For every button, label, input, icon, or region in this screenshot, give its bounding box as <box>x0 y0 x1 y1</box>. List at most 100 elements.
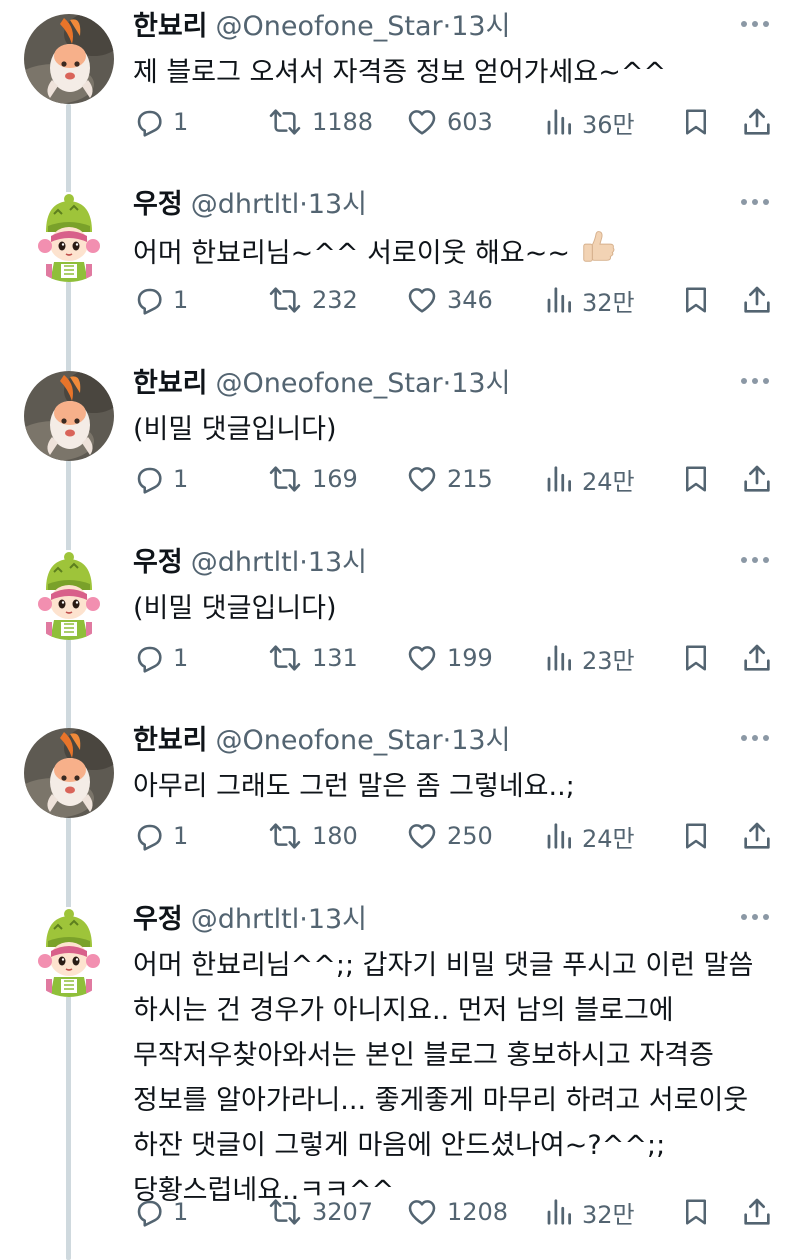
share-icon <box>741 105 773 139</box>
view-count: 32만 <box>582 1200 635 1229</box>
timestamp[interactable]: 13시 <box>308 904 367 935</box>
reply-button[interactable]: 1 <box>133 640 188 676</box>
retweet-count: 3207 <box>312 1198 374 1226</box>
bookmark-button[interactable] <box>681 282 711 318</box>
like-count: 215 <box>447 465 493 493</box>
reply-count: 1 <box>173 1198 189 1226</box>
reply-button[interactable]: 1 <box>133 461 188 497</box>
bookmark-icon <box>681 1195 711 1229</box>
retweet-count: 180 <box>312 822 358 850</box>
display-name[interactable]: 우정 <box>133 547 183 578</box>
reply-icon <box>133 106 165 138</box>
reply-button[interactable]: 1 <box>133 282 188 318</box>
views-button[interactable]: 36만 <box>544 104 635 140</box>
like-button[interactable]: 346 <box>405 282 493 318</box>
heart-icon <box>405 642 439 674</box>
user-handle[interactable]: @Oneofone_Star <box>216 11 443 42</box>
reply-button[interactable]: 1 <box>133 104 188 140</box>
bookmark-button[interactable] <box>681 104 711 140</box>
goldfish-avatar[interactable] <box>24 371 114 461</box>
goldfish-avatar[interactable] <box>24 14 114 104</box>
retweet-icon <box>266 106 304 138</box>
views-icon <box>544 642 574 674</box>
more-options-icon[interactable] <box>738 192 772 212</box>
more-options-icon[interactable] <box>738 550 772 570</box>
timestamp[interactable]: 13시 <box>451 11 510 42</box>
timestamp[interactable]: 13시 <box>308 189 367 220</box>
separator-dot: · <box>442 725 452 756</box>
share-button[interactable] <box>741 282 773 318</box>
share-icon <box>741 462 773 496</box>
cartoon-girl-avatar[interactable] <box>24 550 114 640</box>
tweet-header: 우정 @dhrtltl·13시 <box>133 903 367 937</box>
tweet-header: 한뵤리 @Oneofone_Star·13시 <box>133 367 510 401</box>
views-button[interactable]: 23만 <box>544 640 635 676</box>
retweet-button[interactable]: 3207 <box>266 1194 373 1230</box>
action-bar: 1 3207 1208 32만 <box>133 1194 778 1230</box>
share-icon <box>741 641 773 675</box>
heart-icon <box>405 1196 439 1228</box>
bookmark-button[interactable] <box>681 461 711 497</box>
tweet-header: 한뵤리 @Oneofone_Star·13시 <box>133 10 510 44</box>
views-button[interactable]: 24만 <box>544 818 635 854</box>
bookmark-button[interactable] <box>681 640 711 676</box>
like-button[interactable]: 1208 <box>405 1194 508 1230</box>
action-bar: 1 232 346 32만 <box>133 282 778 318</box>
display-name[interactable]: 우정 <box>133 189 183 220</box>
reply-count: 1 <box>173 108 189 136</box>
more-options-icon[interactable] <box>738 14 772 34</box>
reply-count: 1 <box>173 644 189 672</box>
share-icon <box>741 1195 773 1229</box>
conversation-thread: 한뵤리 @Oneofone_Star·13시 제 블로그 오셔서 자격증 정보 얻… <box>0 0 800 1260</box>
timestamp[interactable]: 13시 <box>308 547 367 578</box>
retweet-button[interactable]: 131 <box>266 640 358 676</box>
display-name[interactable]: 한뵤리 <box>133 725 208 756</box>
share-button[interactable] <box>741 818 773 854</box>
bookmark-button[interactable] <box>681 818 711 854</box>
heart-icon <box>405 284 439 316</box>
views-icon <box>544 106 574 138</box>
retweet-icon <box>266 642 304 674</box>
cartoon-girl-avatar[interactable] <box>24 192 114 282</box>
retweet-button[interactable]: 169 <box>266 461 358 497</box>
separator-dot: · <box>299 189 308 220</box>
like-button[interactable]: 603 <box>405 104 493 140</box>
views-button[interactable]: 32만 <box>544 282 635 318</box>
user-handle[interactable]: @dhrtltl <box>191 904 300 935</box>
retweet-button[interactable]: 232 <box>266 282 358 318</box>
share-button[interactable] <box>741 461 773 497</box>
tweet-text: (비밀 댓글입니다) <box>133 414 337 445</box>
like-button[interactable]: 250 <box>405 818 493 854</box>
timestamp[interactable]: 13시 <box>451 725 510 756</box>
retweet-button[interactable]: 1188 <box>266 104 373 140</box>
more-options-icon[interactable] <box>738 728 772 748</box>
retweet-count: 131 <box>312 644 358 672</box>
bookmark-icon <box>681 641 711 675</box>
cartoon-girl-avatar[interactable] <box>24 907 114 997</box>
views-button[interactable]: 24만 <box>544 461 635 497</box>
retweet-button[interactable]: 180 <box>266 818 358 854</box>
share-button[interactable] <box>741 104 773 140</box>
views-button[interactable]: 32만 <box>544 1194 635 1230</box>
display-name[interactable]: 우정 <box>133 904 183 935</box>
display-name[interactable]: 한뵤리 <box>133 11 208 42</box>
user-handle[interactable]: @dhrtltl <box>191 189 300 220</box>
more-options-icon[interactable] <box>738 907 772 927</box>
display-name[interactable]: 한뵤리 <box>133 368 208 399</box>
user-handle[interactable]: @dhrtltl <box>191 547 300 578</box>
views-icon <box>544 284 574 316</box>
reply-button[interactable]: 1 <box>133 818 188 854</box>
more-options-icon[interactable] <box>738 371 772 391</box>
reply-button[interactable]: 1 <box>133 1194 188 1230</box>
user-handle[interactable]: @Oneofone_Star <box>216 368 443 399</box>
user-handle[interactable]: @Oneofone_Star <box>216 725 443 756</box>
share-button[interactable] <box>741 640 773 676</box>
separator-dot: · <box>442 368 452 399</box>
goldfish-avatar[interactable] <box>24 728 114 818</box>
like-button[interactable]: 199 <box>405 640 493 676</box>
like-button[interactable]: 215 <box>405 461 493 497</box>
bookmark-icon <box>681 462 711 496</box>
share-button[interactable] <box>741 1194 773 1230</box>
timestamp[interactable]: 13시 <box>451 368 510 399</box>
bookmark-button[interactable] <box>681 1194 711 1230</box>
